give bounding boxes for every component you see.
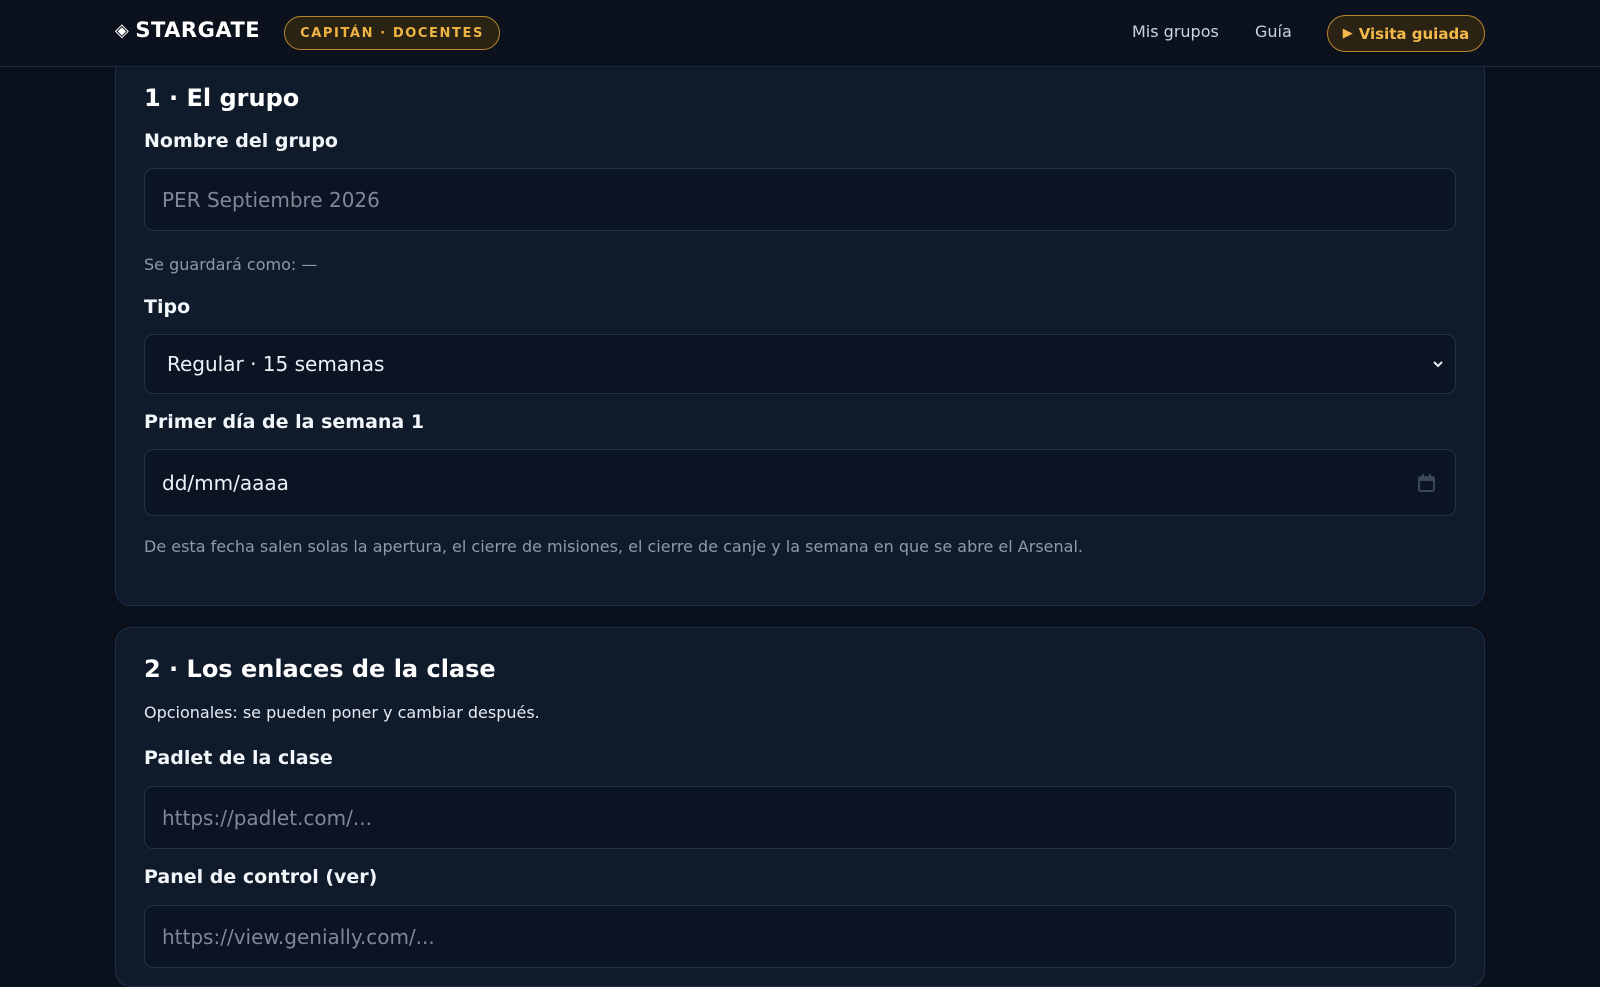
role-badge: CAPITÁN · DOCENTES bbox=[284, 16, 500, 50]
start-date-hint: De esta fecha salen solas la apertura, e… bbox=[144, 537, 1083, 556]
guided-tour-label: Visita guiada bbox=[1358, 24, 1470, 43]
group-name-placeholder: PER Septiembre 2026 bbox=[162, 187, 380, 212]
chevron-down-icon bbox=[1433, 361, 1443, 368]
type-select[interactable]: Regular · 15 semanas bbox=[144, 334, 1456, 394]
type-selected-value: Regular · 15 semanas bbox=[167, 352, 385, 376]
group-section-card: 1 · El grupo Nombre del grupo PER Septie… bbox=[115, 48, 1485, 606]
padlet-url-placeholder: https://padlet.com/... bbox=[162, 805, 372, 830]
brand-logo[interactable]: ◈ STARGATE bbox=[115, 18, 260, 42]
group-name-label: Nombre del grupo bbox=[144, 130, 338, 152]
saved-as-preview: Se guardará como: — bbox=[144, 255, 318, 274]
links-optional-note: Opcionales: se pueden poner y cambiar de… bbox=[144, 703, 540, 722]
control-panel-url-placeholder: https://view.genially.com/... bbox=[162, 924, 435, 949]
diamond-icon: ◈ bbox=[115, 19, 130, 41]
nav-link-guia[interactable]: Guía bbox=[1255, 22, 1292, 41]
section-title-links: 2 · Los enlaces de la clase bbox=[144, 655, 496, 683]
calendar-icon[interactable] bbox=[1418, 473, 1435, 492]
padlet-label: Padlet de la clase bbox=[144, 747, 333, 769]
start-date-label: Primer día de la semana 1 bbox=[144, 411, 425, 433]
brand-name: STARGATE bbox=[135, 18, 261, 42]
nav-link-mis-grupos[interactable]: Mis grupos bbox=[1132, 22, 1219, 41]
top-navigation-bar: ◈ STARGATE CAPITÁN · DOCENTES Mis grupos… bbox=[0, 0, 1600, 67]
control-panel-url-input[interactable]: https://view.genially.com/... bbox=[144, 905, 1456, 968]
control-panel-label: Panel de control (ver) bbox=[144, 866, 378, 888]
play-icon: ▶ bbox=[1342, 26, 1353, 41]
section-title-group: 1 · El grupo bbox=[144, 84, 300, 112]
start-date-input[interactable]: dd/mm/aaaa bbox=[144, 449, 1456, 516]
start-date-placeholder: dd/mm/aaaa bbox=[162, 470, 289, 495]
guided-tour-button[interactable]: ▶ Visita guiada bbox=[1327, 15, 1485, 52]
padlet-url-input[interactable]: https://padlet.com/... bbox=[144, 786, 1456, 849]
type-label: Tipo bbox=[144, 296, 191, 318]
group-name-input[interactable]: PER Septiembre 2026 bbox=[144, 168, 1456, 231]
links-section-card: 2 · Los enlaces de la clase Opcionales: … bbox=[115, 627, 1485, 987]
